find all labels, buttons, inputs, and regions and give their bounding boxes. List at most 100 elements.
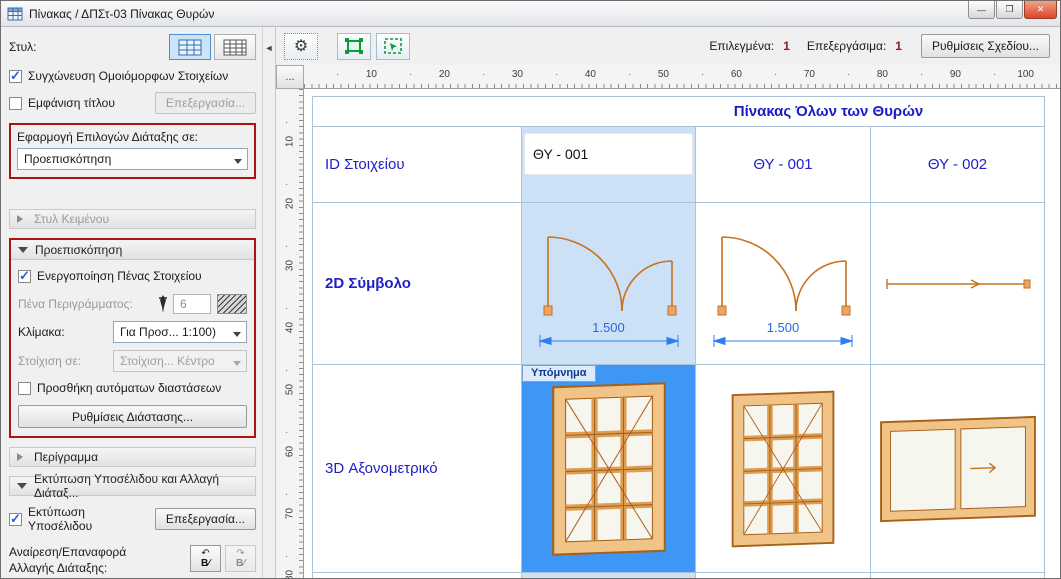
- schedule-cell-cut: [313, 573, 522, 578]
- undo-redo-label: Αναίρεση/Επαναφορά Αλλαγής Διάταξης:: [9, 545, 159, 576]
- maximize-button[interactable]: ❐: [996, 1, 1023, 19]
- outline-pen-field[interactable]: 6: [173, 294, 211, 314]
- dimension-line: [534, 335, 684, 347]
- dimension-settings-button[interactable]: Ρυθμίσεις Διάστασης...: [18, 405, 247, 428]
- dimension-text: 1.500: [767, 320, 800, 335]
- marquee-select-button[interactable]: [376, 33, 410, 60]
- style-table-view-button[interactable]: [214, 34, 256, 60]
- cell-2d-door3[interactable]: [871, 203, 1045, 365]
- font-pen-icon: B∕: [236, 559, 245, 569]
- ruler-number: 70: [742, 65, 815, 88]
- editable-count-value: 1: [895, 39, 902, 53]
- cell-3d-door2[interactable]: [696, 365, 871, 573]
- pen-color-swatch-button[interactable]: [217, 294, 247, 314]
- table-view-icon: [223, 39, 247, 56]
- undo-layout-button[interactable]: ↶ B∕: [190, 545, 221, 572]
- collapse-sidebar-button[interactable]: ◄: [265, 43, 274, 53]
- redo-arrow-icon: ↷: [236, 549, 244, 559]
- auto-dimensions-checkbox[interactable]: [18, 382, 31, 395]
- ruler-number: 40: [523, 65, 596, 88]
- cell-3d-door1[interactable]: Υπόμνημα: [522, 365, 696, 573]
- ruler-number: 50: [596, 65, 669, 88]
- dimension: 1.500: [708, 320, 858, 347]
- apply-options-highlight: Εφαρμογή Επιλογών Διάταξης σε: Προεπισκό…: [9, 123, 256, 179]
- ruler-segment: 80: [276, 523, 303, 579]
- ruler-number: 80: [815, 65, 888, 88]
- ruler-number: 100: [961, 65, 1034, 88]
- chevron-down-icon: [230, 151, 245, 168]
- ruler-segment: 30: [276, 213, 303, 275]
- ruler-number: 50: [284, 384, 295, 395]
- preview-canvas[interactable]: Πίνακας Όλων των Θυρών ID Στοιχείου ΘΥ -…: [304, 89, 1060, 578]
- ruler-number: 20: [377, 65, 450, 88]
- section-footer-label: Εκτύπωση Υποσέλιδου και Αλλαγή Διάταξ...: [34, 472, 248, 500]
- window-3d-drawing: [877, 409, 1039, 529]
- cell-id-door3[interactable]: ΘΥ - 002: [871, 127, 1045, 203]
- footer-edit-button[interactable]: Επεξεργασία...: [155, 508, 256, 530]
- schedule-window-icon: [7, 7, 23, 21]
- style-label: Στυλ:: [9, 40, 36, 54]
- cell-id-door2[interactable]: ΘΥ - 001: [696, 127, 871, 203]
- row-label-id: ID Στοιχείου: [313, 127, 522, 203]
- ruler-segment: 60: [276, 399, 303, 461]
- cell-3d-door3[interactable]: [871, 365, 1045, 573]
- schedule-window: Πίνακας / ΔΠΣτ-03 Πίνακας Θυρών — ❐ ✕ Στ…: [0, 0, 1061, 579]
- title-edit-button[interactable]: Επεξεργασία...: [155, 92, 256, 114]
- section-border[interactable]: Περίγραμμα: [9, 447, 256, 467]
- settings-sidebar: Στυλ:: [1, 27, 262, 578]
- apply-options-select[interactable]: Προεπισκόπηση: [17, 148, 248, 170]
- select-elements-button[interactable]: [337, 33, 371, 60]
- ruler-segment: 50: [276, 337, 303, 399]
- align-select[interactable]: Στοίχιση... Κέντρο: [113, 350, 247, 372]
- sidebar-collapse-strip: ◄: [262, 27, 275, 578]
- main-area: ⚙ Επιλεγμένα: 1: [275, 27, 1060, 578]
- id-value: ΘΥ - 001: [533, 146, 588, 162]
- row-label-3d: 3D Αξονομετρικό: [313, 365, 522, 573]
- window-controls: — ❐ ✕: [968, 1, 1057, 19]
- ruler-segment: 10: [276, 89, 303, 151]
- door-3d-drawing: [547, 378, 671, 558]
- triangle-down-icon: [17, 483, 27, 494]
- titlebar[interactable]: Πίνακας / ΔΠΣτ-03 Πίνακας Θυρών — ❐ ✕: [1, 1, 1060, 27]
- cell-2d-door2[interactable]: 1.500: [696, 203, 871, 365]
- apply-options-label: Εφαρμογή Επιλογών Διάταξης σε:: [17, 130, 248, 144]
- ruler-number: 30: [450, 65, 523, 88]
- minimize-button[interactable]: —: [968, 1, 995, 19]
- enable-item-pen-checkbox[interactable]: [18, 270, 31, 283]
- triangle-down-icon: [18, 247, 28, 258]
- preview-toolbar: ⚙ Επιλεγμένα: 1: [276, 27, 1060, 65]
- section-footer[interactable]: Εκτύπωση Υποσέλιδου και Αλλαγή Διάταξ...: [9, 476, 256, 496]
- merge-uniform-checkbox[interactable]: [9, 70, 22, 83]
- dimension: 1.500: [534, 320, 684, 347]
- id-value: ΘΥ - 002: [928, 156, 987, 173]
- cell-2d-door1[interactable]: 1.500: [522, 203, 696, 365]
- vertical-ruler: 1020304050607080: [276, 89, 304, 578]
- ruler-options-button[interactable]: ...: [276, 65, 304, 89]
- ruler-number: 70: [284, 508, 295, 519]
- scheme-settings-button[interactable]: ⚙: [284, 33, 318, 60]
- ruler-number: 60: [284, 446, 295, 457]
- close-button[interactable]: ✕: [1024, 1, 1057, 19]
- font-pen-icon: B∕: [201, 559, 210, 569]
- print-footer-label: Εκτύπωση Υποσέλιδου: [28, 505, 143, 533]
- door-schedule-table: Πίνακας Όλων των Θυρών ID Στοιχείου ΘΥ -…: [312, 96, 1045, 578]
- grid-view-blue-icon: [178, 39, 202, 56]
- id-inline-editor[interactable]: ΘΥ - 001: [524, 133, 693, 175]
- door-2d-symbol: [534, 221, 684, 317]
- editable-count-label: Επεξεργάσιμα:: [807, 39, 886, 53]
- print-footer-checkbox[interactable]: [9, 513, 22, 526]
- scale-select[interactable]: Για Προσ... 1:100): [113, 321, 247, 343]
- apply-options-value: Προεπισκόπηση: [24, 152, 230, 166]
- show-title-checkbox[interactable]: [9, 97, 22, 110]
- section-text-style[interactable]: Στυλ Κειμένου: [9, 209, 256, 229]
- redo-layout-button[interactable]: ↷ B∕: [225, 545, 256, 572]
- ruler-number: 40: [284, 322, 295, 333]
- preview-panel-highlight: Προεπισκόπηση Ενεργοποίηση Πένας Στοιχεί…: [9, 238, 256, 438]
- style-preview-view-button[interactable]: [169, 34, 211, 60]
- section-preview[interactable]: Προεπισκόπηση: [11, 240, 254, 260]
- cell-id-door1[interactable]: ΘΥ - 001: [522, 127, 696, 203]
- show-title-label: Εμφάνιση τίτλου: [28, 96, 115, 110]
- ruler-number: 30: [284, 260, 295, 271]
- drawing-settings-button[interactable]: Ρυθμίσεις Σχεδίου...: [921, 34, 1050, 58]
- ruler-segment: 40: [276, 275, 303, 337]
